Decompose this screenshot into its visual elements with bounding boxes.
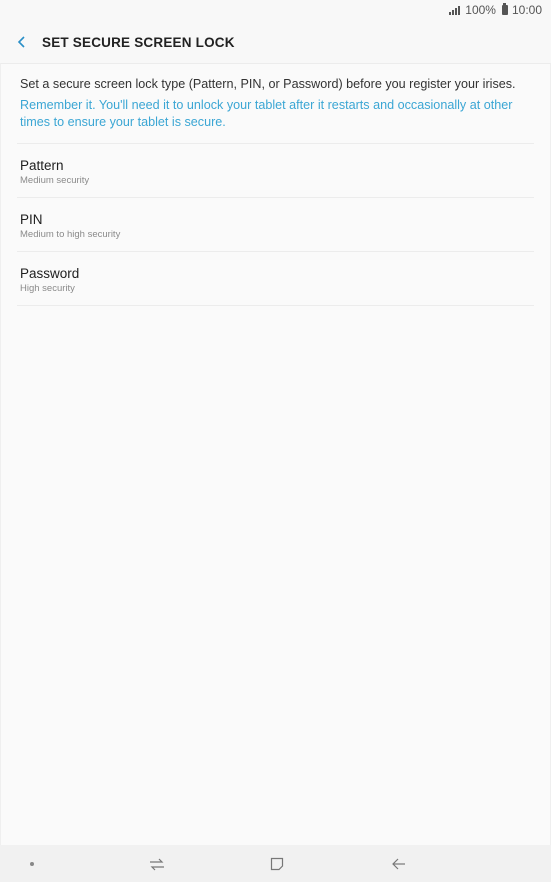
- page-title: SET SECURE SCREEN LOCK: [42, 34, 235, 50]
- content-card: Set a secure screen lock type (Pattern, …: [0, 63, 551, 845]
- home-button[interactable]: [264, 845, 290, 882]
- battery-icon: [501, 3, 508, 15]
- option-subtitle: Medium to high security: [20, 229, 121, 240]
- note-text: Remember it. You'll need it to unlock yo…: [20, 98, 513, 129]
- option-title: PIN: [20, 212, 43, 227]
- recent-apps-icon: [150, 858, 164, 870]
- option-pattern[interactable]: Pattern Medium security: [17, 143, 534, 197]
- clock: 10:00: [511, 3, 542, 17]
- option-subtitle: High security: [20, 283, 75, 294]
- nav-dot-button[interactable]: [22, 845, 42, 882]
- option-pin[interactable]: PIN Medium to high security: [17, 197, 534, 251]
- status-bar: 100% 10:00: [0, 0, 551, 20]
- back-button[interactable]: [2, 24, 42, 60]
- option-subtitle: Medium security: [20, 175, 90, 186]
- signal-icon: [449, 5, 461, 15]
- recent-apps-button[interactable]: [144, 845, 170, 882]
- arrow-left-icon: [392, 858, 405, 869]
- battery-percent: 100%: [465, 3, 496, 17]
- description-text: Set a secure screen lock type (Pattern, …: [20, 77, 516, 91]
- navigation-bar: [0, 845, 551, 882]
- option-title: Pattern: [20, 158, 64, 173]
- option-password[interactable]: Password High security: [17, 251, 534, 306]
- dot-icon: [30, 861, 34, 866]
- back-nav-button[interactable]: [386, 845, 412, 882]
- chevron-left-icon: [17, 36, 25, 48]
- app-header: SET SECURE SCREEN LOCK: [0, 24, 551, 60]
- option-title: Password: [20, 266, 80, 281]
- home-square-icon: [270, 857, 284, 870]
